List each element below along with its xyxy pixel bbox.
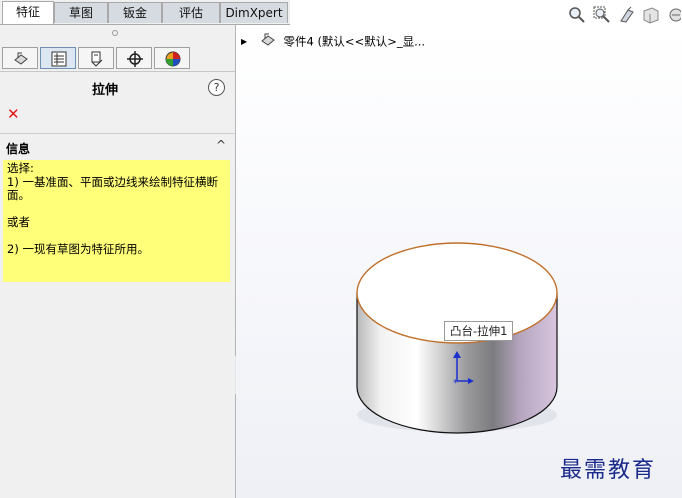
part-icon: [260, 33, 276, 51]
expand-arrow-icon[interactable]: ▶: [241, 34, 247, 50]
zoom-to-fit-icon[interactable]: [568, 6, 586, 27]
watermark: 最需教育: [560, 458, 657, 483]
dimxpertmanager-tab[interactable]: [116, 47, 152, 69]
tab-dimxpert[interactable]: DimXpert: [220, 2, 288, 23]
help-icon[interactable]: ?: [208, 79, 225, 96]
info-line: 选择:: [7, 161, 34, 175]
info-line: [7, 230, 226, 244]
section-view-icon[interactable]: [642, 6, 660, 27]
info-line: 2) 一现有草图为特征所用。: [7, 242, 149, 256]
svg-text:*: *: [453, 378, 458, 388]
tab-sketch[interactable]: 草图: [54, 2, 108, 23]
chevron-up-icon[interactable]: ^: [216, 138, 226, 152]
command-manager-tabs: 特征 草图 钣金 评估 DimXpert: [0, 0, 290, 25]
triad-icon: *: [453, 351, 474, 388]
heads-up-view-toolbar: [568, 6, 682, 26]
propertymanager-tab[interactable]: [40, 47, 76, 69]
part-name: 零件4 (默认<<默认>_显...: [283, 34, 426, 49]
view-orientation-icon[interactable]: [667, 6, 682, 27]
manager-tabs: [0, 45, 235, 72]
displaymanager-icon: [165, 51, 181, 67]
left-panel: 拉伸 ? ✕ 信息 ^ 选择: 1) 一基准面、平面或边线来绘制特征横断面。 或…: [0, 25, 236, 498]
propertymanager-title: 拉伸: [91, 83, 118, 98]
displaymanager-tab[interactable]: [154, 47, 190, 69]
dimxpertmanager-icon: [127, 51, 143, 67]
zoom-to-area-icon[interactable]: [593, 6, 611, 27]
tab-sheet-metal[interactable]: 钣金: [108, 2, 162, 23]
info-line: 或者: [7, 215, 30, 229]
flyout-tree-root[interactable]: ▶ 零件4 (默认<<默认>_显...: [241, 33, 425, 49]
feature-tooltip: 凸台-拉伸1: [444, 321, 514, 341]
panel-drag-handle[interactable]: [112, 30, 118, 36]
cancel-icon[interactable]: ✕: [7, 105, 20, 123]
featuremanager-tree-icon: [14, 52, 28, 65]
info-line: 1) 一基准面、平面或边线来绘制特征横断面。: [7, 174, 218, 202]
divider: [0, 133, 235, 134]
previous-view-icon[interactable]: [618, 6, 636, 27]
featuremanager-tab[interactable]: [2, 47, 38, 69]
tab-evaluate[interactable]: 评估: [162, 2, 220, 23]
configurationmanager-icon: [91, 51, 103, 67]
tab-features[interactable]: 特征: [2, 1, 54, 24]
info-line: [7, 203, 226, 217]
configurationmanager-tab[interactable]: [78, 47, 114, 69]
propertymanager-icon: [51, 51, 67, 67]
info-message-box: 选择: 1) 一基准面、平面或边线来绘制特征横断面。 或者 2) 一现有草图为特…: [3, 160, 230, 282]
info-group-header[interactable]: 信息: [6, 140, 30, 157]
